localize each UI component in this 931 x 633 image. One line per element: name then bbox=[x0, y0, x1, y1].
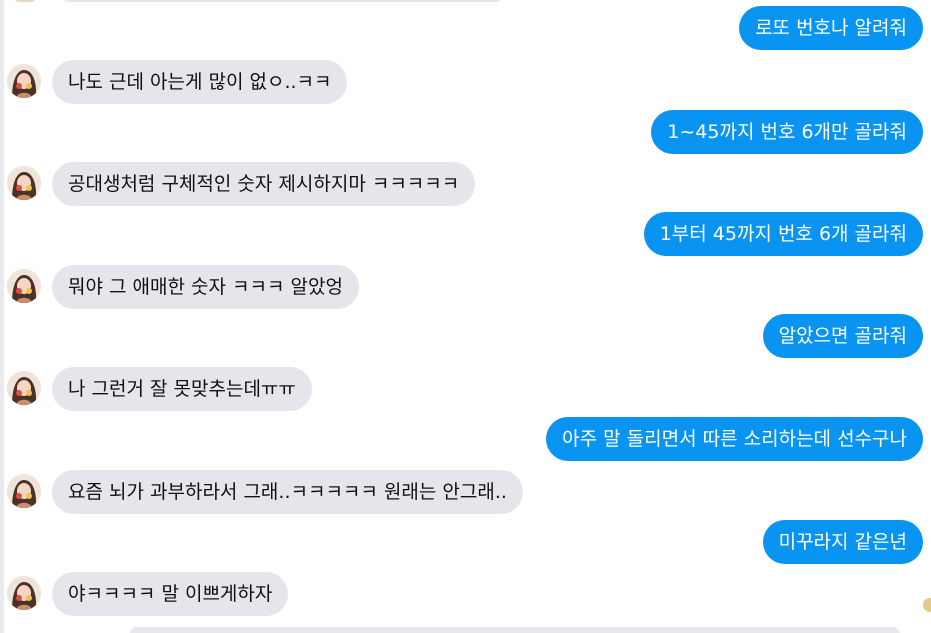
message-row-incoming: 공대생처럼 구체적인 숫자 제시하지마 ㅋㅋㅋㅋㅋ bbox=[0, 162, 931, 206]
message-row-outgoing: 1부터 45까지 번호 6개 골라줘 bbox=[0, 212, 931, 256]
incoming-message-bubble[interactable]: 야ㅋㅋㅋㅋ 말 이쁘게하자 bbox=[52, 572, 289, 616]
partial-avatar bbox=[12, 0, 38, 2]
incoming-message-bubble[interactable]: 나 그런거 잘 못맞추는데ㅠㅠ bbox=[52, 367, 312, 411]
message-row-incoming: 야ㅋㅋㅋㅋ 말 이쁘게하자 bbox=[0, 572, 931, 616]
message-row-outgoing: 알았으면 골라줘 bbox=[0, 314, 931, 358]
outgoing-message-bubble[interactable]: 로또 번호나 알려줘 bbox=[739, 6, 923, 50]
avatar[interactable] bbox=[7, 576, 41, 610]
avatar[interactable] bbox=[7, 474, 41, 508]
avatar[interactable] bbox=[7, 269, 41, 303]
message-row-incoming: 나도 근데 아는게 많이 없ㅇ..ㅋㅋ bbox=[0, 60, 931, 104]
partial-avatar bbox=[923, 598, 931, 612]
partial-message-bubble bbox=[130, 627, 900, 633]
outgoing-message-bubble[interactable]: 알았으면 골라줘 bbox=[762, 314, 923, 358]
avatar[interactable] bbox=[7, 371, 41, 405]
message-row-outgoing: 로또 번호나 알려줘 bbox=[0, 6, 931, 50]
avatar[interactable] bbox=[7, 64, 41, 98]
message-row-outgoing: 1~45까지 번호 6개만 골라줘 bbox=[0, 110, 931, 154]
partial-message-bubble bbox=[60, 0, 505, 2]
outgoing-message-bubble[interactable]: 1~45까지 번호 6개만 골라줘 bbox=[651, 110, 923, 154]
incoming-message-bubble[interactable]: 공대생처럼 구체적인 숫자 제시하지마 ㅋㅋㅋㅋㅋ bbox=[52, 162, 476, 206]
incoming-message-bubble[interactable]: 나도 근데 아는게 많이 없ㅇ..ㅋㅋ bbox=[52, 60, 348, 104]
outgoing-message-bubble[interactable]: 1부터 45까지 번호 6개 골라줘 bbox=[643, 212, 923, 256]
message-row-outgoing: 아주 말 돌리면서 따른 소리하는데 선수구나 bbox=[0, 417, 931, 461]
outgoing-message-bubble[interactable]: 미꾸라지 같은년 bbox=[762, 520, 923, 564]
message-row-outgoing: 미꾸라지 같은년 bbox=[0, 520, 931, 564]
chat-thread: 로또 번호나 알려줘 나도 근데 아는게 많이 없ㅇ..ㅋㅋ 1~45까지 번호… bbox=[0, 0, 931, 633]
incoming-message-bubble[interactable]: 요즘 뇌가 과부하라서 그래..ㅋㅋㅋㅋㅋ 원래는 안그래.. bbox=[52, 470, 523, 514]
avatar[interactable] bbox=[7, 166, 41, 200]
message-row-incoming: 요즘 뇌가 과부하라서 그래..ㅋㅋㅋㅋㅋ 원래는 안그래.. bbox=[0, 470, 931, 514]
outgoing-message-bubble[interactable]: 아주 말 돌리면서 따른 소리하는데 선수구나 bbox=[546, 417, 923, 461]
message-row-incoming: 나 그런거 잘 못맞추는데ㅠㅠ bbox=[0, 367, 931, 411]
incoming-message-bubble[interactable]: 뭐야 그 애매한 숫자 ㅋㅋㅋ 알았엉 bbox=[52, 265, 359, 309]
message-row-incoming: 뭐야 그 애매한 숫자 ㅋㅋㅋ 알았엉 bbox=[0, 265, 931, 309]
